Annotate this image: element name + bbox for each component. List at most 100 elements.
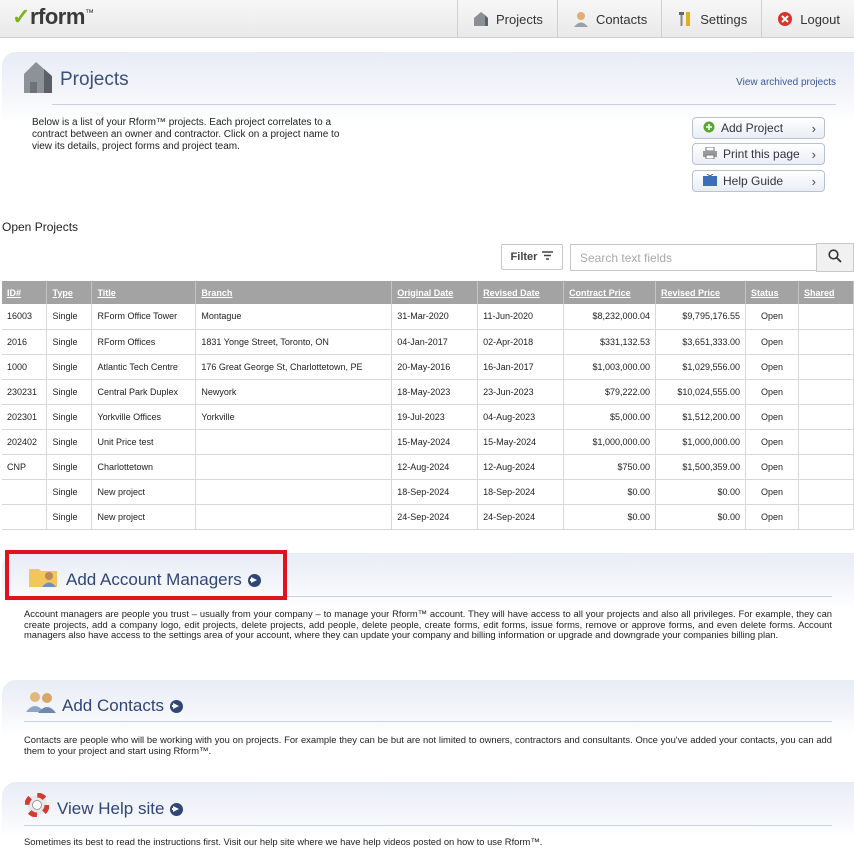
- column-header-revised-date[interactable]: Revised Date: [477, 281, 565, 304]
- cell-revised-date: 02-Apr-2018: [477, 329, 565, 355]
- help-guide-button[interactable]: Help Guide ›: [692, 170, 825, 192]
- print-page-button[interactable]: Print this page ›: [692, 143, 825, 165]
- tv-help-icon: [703, 173, 717, 189]
- cell-branch: Montague: [195, 304, 393, 330]
- nav-logout[interactable]: Logout: [761, 0, 854, 38]
- column-header-title[interactable]: Title: [91, 281, 197, 304]
- cell-contract-price: $0.00: [563, 504, 657, 530]
- cell-title[interactable]: New project: [91, 479, 197, 505]
- cell-branch: Newyork: [195, 379, 393, 405]
- filter-icon: [542, 251, 554, 263]
- cell-status: Open: [745, 479, 799, 505]
- cell-title[interactable]: Charlottetown: [91, 454, 197, 480]
- cell-shared: [798, 479, 854, 505]
- search-button[interactable]: [816, 243, 854, 272]
- help-site-panel: [2, 782, 854, 861]
- cell-type: Single: [46, 479, 93, 505]
- cell-contract-price: $1,000,000.00: [563, 429, 657, 455]
- cell-title[interactable]: Central Park Duplex: [91, 379, 197, 405]
- open-projects-heading: Open Projects: [2, 220, 79, 234]
- contacts-panel: [2, 680, 854, 770]
- cell-title[interactable]: RForm Offices: [91, 329, 197, 355]
- cell-id: 230231: [2, 379, 48, 405]
- column-header-type[interactable]: Type: [46, 281, 93, 304]
- cell-id: CNP: [2, 454, 48, 480]
- cell-revised-price: $1,029,556.00: [655, 354, 746, 380]
- table-row[interactable]: Single New project 18-Sep-2024 18-Sep-2024 $…: [2, 479, 854, 505]
- cell-contract-price: $750.00: [563, 454, 657, 480]
- cell-title[interactable]: New project: [91, 504, 197, 530]
- filter-button[interactable]: Filter: [501, 244, 563, 270]
- cell-status: Open: [745, 329, 799, 355]
- cell-original-date: 19-Jul-2023: [391, 404, 479, 430]
- tools-icon: [676, 10, 694, 28]
- arrow-right-circle-icon: [170, 699, 184, 713]
- table-row[interactable]: 2016 Single RForm Offices 1831 Yonge Street…: [2, 329, 854, 355]
- printer-icon: [703, 146, 717, 162]
- table-row[interactable]: 202402 Single Unit Price test 15-May-2024 15…: [2, 429, 854, 455]
- arrow-right-circle-icon: [170, 802, 184, 816]
- cell-branch: [195, 429, 393, 455]
- divider: [24, 721, 832, 722]
- cell-status: Open: [745, 379, 799, 405]
- rform-logo[interactable]: ✓rform™: [12, 4, 94, 30]
- cell-title[interactable]: Atlantic Tech Centre: [91, 354, 197, 380]
- cell-shared: [798, 379, 854, 405]
- table-row[interactable]: 1000 Single Atlantic Tech Centre 176 Great …: [2, 354, 854, 380]
- table-row[interactable]: Single New project 24-Sep-2024 24-Sep-2024 $…: [2, 504, 854, 530]
- table-row[interactable]: 230231 Single Central Park Duplex Newyork 18…: [2, 379, 854, 405]
- cell-revised-date: 16-Jan-2017: [477, 354, 565, 380]
- cell-branch: [195, 504, 393, 530]
- cell-shared: [798, 354, 854, 380]
- logout-icon: [776, 10, 794, 28]
- table-row[interactable]: CNP Single Charlottetown 12-Aug-2024 12-Aug-…: [2, 454, 854, 480]
- divider: [52, 104, 836, 105]
- column-header-branch[interactable]: Branch: [195, 281, 393, 304]
- view-archived-link[interactable]: View archived projects: [736, 77, 836, 88]
- column-header-shared[interactable]: Shared: [798, 281, 854, 304]
- column-header-id[interactable]: ID#: [2, 281, 48, 304]
- column-header-original-date[interactable]: Original Date: [391, 281, 479, 304]
- cell-revised-price: $3,651,333.00: [655, 329, 746, 355]
- view-help-site-link[interactable]: View Help site: [57, 799, 184, 819]
- projects-panel: Projects View archived projects Below is…: [2, 52, 854, 200]
- cell-contract-price: $5,000.00: [563, 404, 657, 430]
- table-row[interactable]: 202301 Single Yorkville Offices Yorkville 19…: [2, 404, 854, 430]
- cell-id: [2, 504, 48, 530]
- cell-original-date: 12-Aug-2024: [391, 454, 479, 480]
- add-project-button[interactable]: Add Project ›: [692, 117, 825, 139]
- cell-status: Open: [745, 429, 799, 455]
- nav-projects[interactable]: Projects: [456, 0, 557, 38]
- cell-contract-price: $79,222.00: [563, 379, 657, 405]
- nav-settings[interactable]: Settings: [661, 0, 761, 38]
- cell-id: 2016: [2, 329, 48, 355]
- plus-circle-icon: [703, 121, 715, 136]
- cell-revised-price: $0.00: [655, 504, 746, 530]
- top-bar: ✓rform™ Projects Contacts Settings Logou…: [0, 0, 854, 38]
- column-header-revised-price[interactable]: Revised Price: [655, 281, 746, 304]
- cell-type: Single: [46, 354, 93, 380]
- nav-contacts[interactable]: Contacts: [556, 0, 661, 38]
- cell-title[interactable]: Yorkville Offices: [91, 404, 197, 430]
- cell-original-date: 18-May-2023: [391, 379, 479, 405]
- cell-branch: Yorkville: [195, 404, 393, 430]
- add-contacts-link[interactable]: Add Contacts: [62, 696, 184, 716]
- people-icon: [25, 690, 57, 717]
- search-icon: [828, 249, 842, 266]
- cell-title[interactable]: RForm Office Tower: [91, 304, 197, 330]
- cell-title[interactable]: Unit Price test: [91, 429, 197, 455]
- cell-type: Single: [46, 504, 93, 530]
- main-nav: Projects Contacts Settings Logout: [456, 0, 854, 38]
- projects-description: Below is a list of your Rform™ projects.…: [32, 117, 340, 152]
- cell-type: Single: [46, 454, 93, 480]
- table-row[interactable]: 16003 Single RForm Office Tower Montague 31-…: [2, 304, 854, 330]
- cell-id: 16003: [2, 304, 48, 330]
- search-input[interactable]: [570, 244, 817, 271]
- cell-revised-price: $1,000,000.00: [655, 429, 746, 455]
- page-title: Projects: [60, 69, 129, 90]
- column-header-contract-price[interactable]: Contract Price: [563, 281, 657, 304]
- cell-shared: [798, 329, 854, 355]
- cell-revised-price: $1,512,200.00: [655, 404, 746, 430]
- check-icon: ✓: [12, 4, 30, 29]
- column-header-status[interactable]: Status: [745, 281, 799, 304]
